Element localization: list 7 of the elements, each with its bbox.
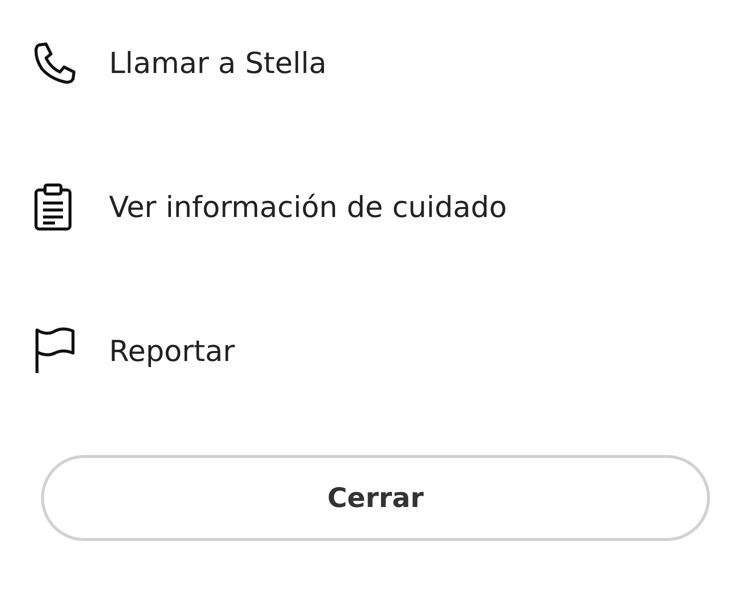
menu-item[interactable]: Llamar a Stella <box>33 13 710 113</box>
menu-item[interactable]: Ver información de cuidado <box>33 157 710 257</box>
phone-icon <box>33 41 77 85</box>
clipboard-icon <box>33 183 73 231</box>
close-button[interactable]: Cerrar <box>41 455 710 541</box>
flag-icon <box>33 327 77 375</box>
menu-item[interactable]: Reportar <box>33 301 710 401</box>
